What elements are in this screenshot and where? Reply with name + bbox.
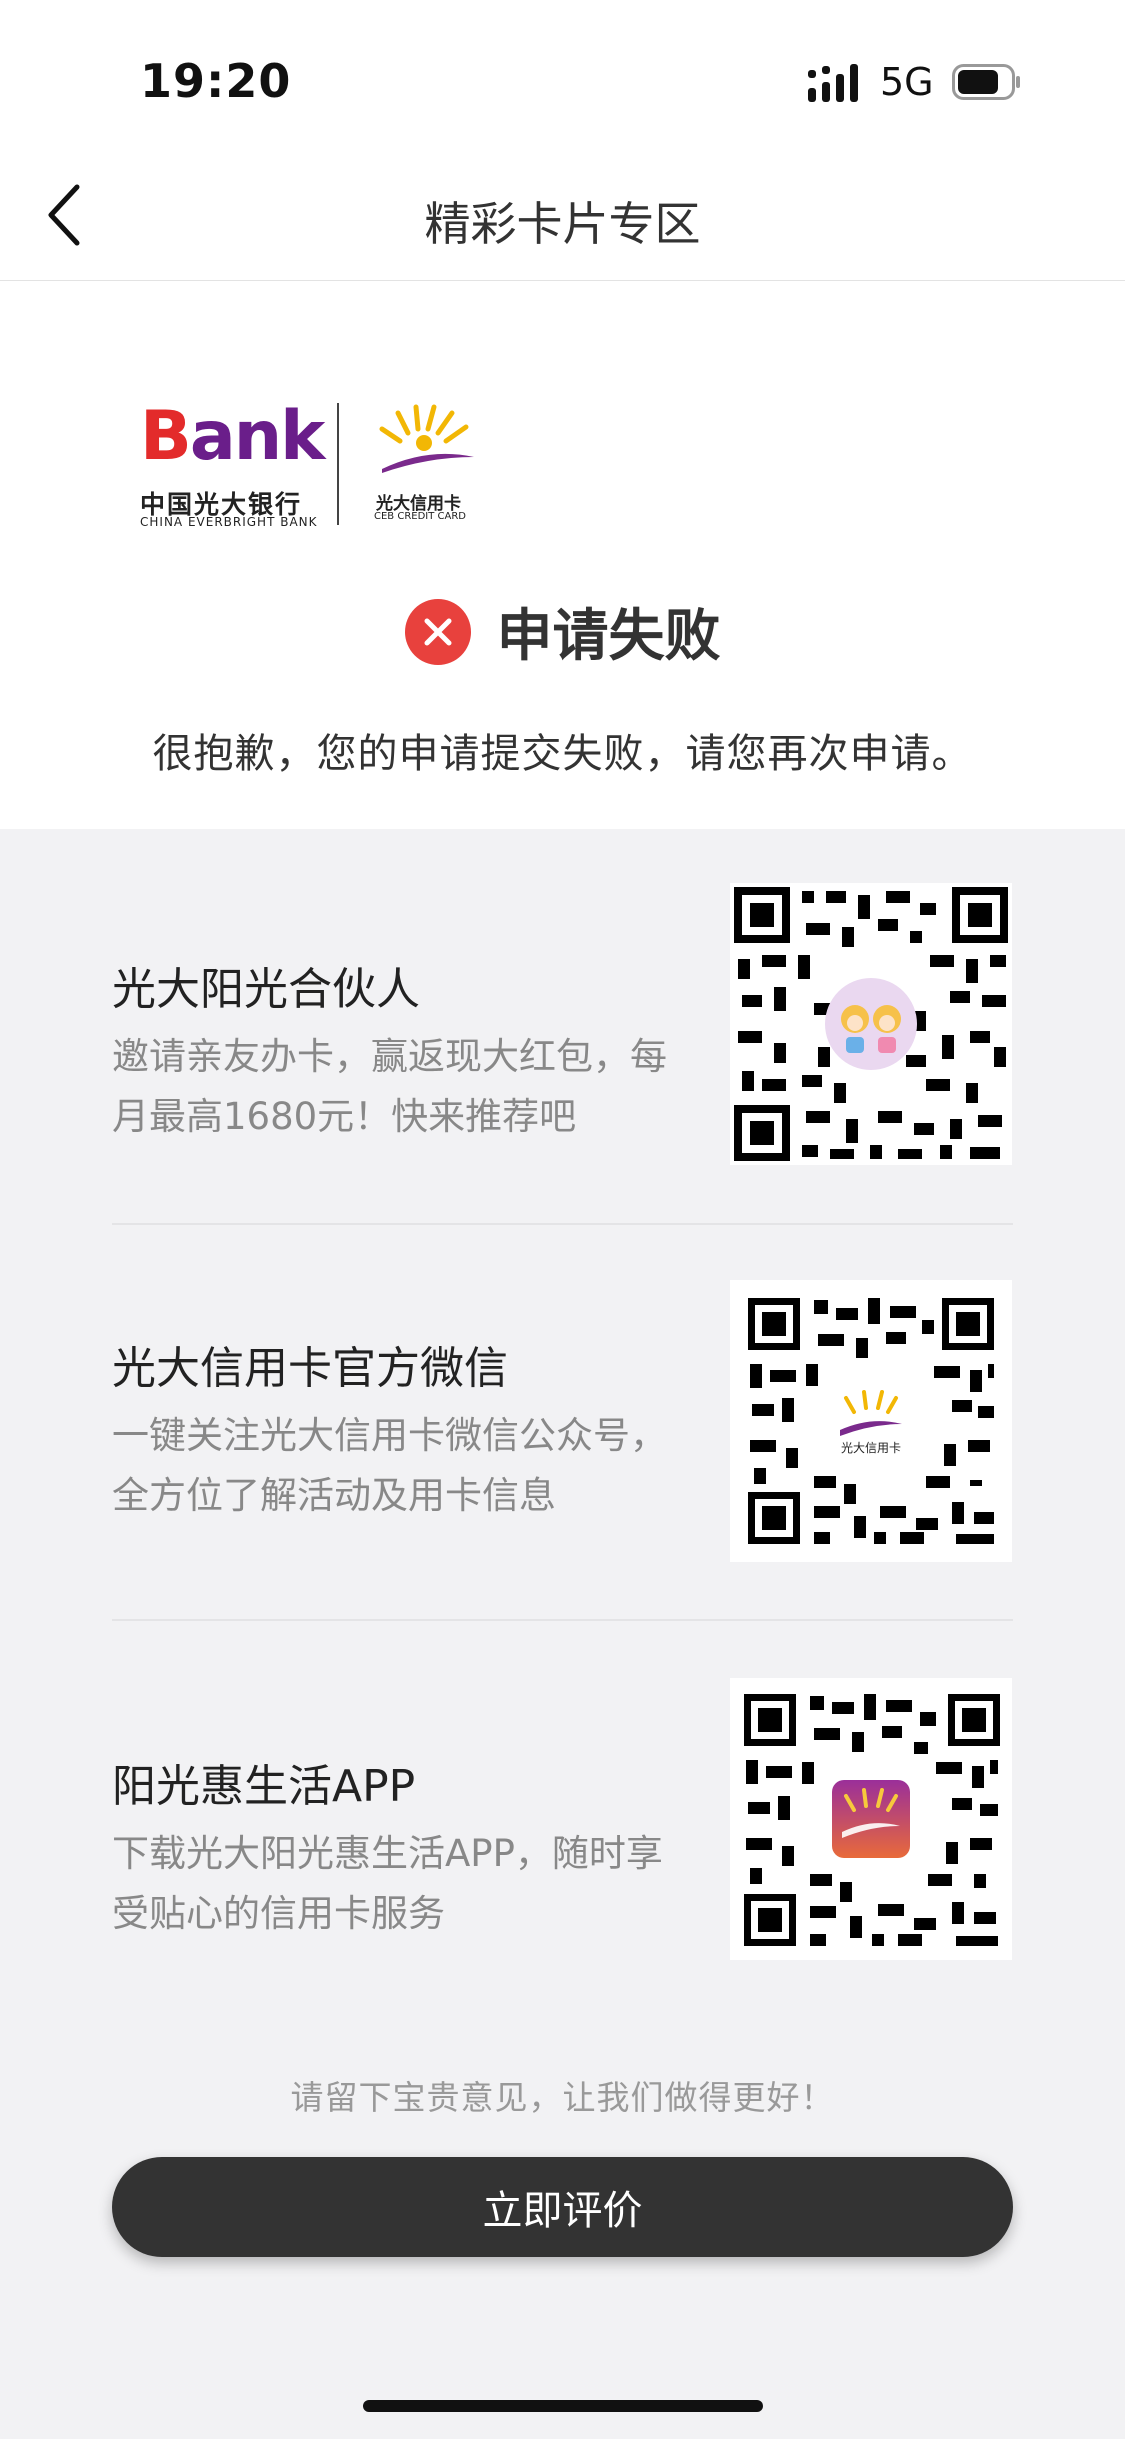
result-title: 申请失败	[496, 604, 721, 669]
promo-desc: 邀请亲友办卡，赢返现大红包，每月最高1680元！快来推荐吧	[112, 1035, 667, 1138]
battery-icon	[952, 64, 1020, 100]
qr-code-icon	[730, 883, 1012, 1165]
qr-code-icon	[730, 1678, 1012, 1960]
network-type: 5G	[880, 60, 934, 104]
qr-code-icon: 光大信用卡	[730, 1280, 1012, 1562]
feedback-hint: 请留下宝贵意见，让我们做得更好！	[290, 2078, 835, 2117]
status-bar: 19:20 5G	[0, 0, 1125, 150]
svg-text:光大信用卡: 光大信用卡	[841, 1441, 901, 1455]
rate-now-button[interactable]: 立即评价	[112, 2157, 1013, 2257]
signal-icon	[808, 64, 858, 102]
ceb-name-en: CEB CREDIT CARD	[374, 511, 466, 522]
sun-logo-icon	[379, 404, 474, 473]
promo-app[interactable]: 阳光惠生活APP 下载光大阳光惠生活APP，随时享受贴心的信用卡服务	[112, 1678, 1012, 1960]
nav-bar: 精彩卡片专区	[0, 150, 1125, 281]
result-card: Bank 中国光大银行 CHINA EVERBRIGHT BANK 光大信用卡 …	[0, 281, 1125, 829]
promo-title: 阳光惠生活APP	[112, 1761, 416, 1812]
promo-wechat[interactable]: 光大信用卡官方微信 一键关注光大信用卡微信公众号，全方位了解活动及用卡信息 光大…	[112, 1280, 1012, 1562]
close-circle-icon	[404, 598, 471, 665]
logo-divider	[337, 403, 339, 525]
promo-title: 光大阳光合伙人	[112, 964, 420, 1015]
bank-name-en: CHINA EVERBRIGHT BANK	[140, 515, 318, 529]
divider	[112, 1619, 1013, 1621]
status-time: 19:20	[140, 54, 292, 108]
result-header: 申请失败	[0, 591, 1125, 672]
page-title: 精彩卡片专区	[424, 197, 701, 251]
result-message: 很抱歉，您的申请提交失败，请您再次申请。	[152, 731, 973, 777]
brand-logos: Bank 中国光大银行 CHINA EVERBRIGHT BANK 光大信用卡 …	[140, 397, 480, 529]
promo-desc: 下载光大阳光惠生活APP，随时享受贴心的信用卡服务	[112, 1832, 663, 1935]
promo-title: 光大信用卡官方微信	[112, 1343, 508, 1394]
divider	[112, 1223, 1013, 1225]
home-indicator[interactable]	[363, 2400, 763, 2412]
promo-desc: 一键关注光大信用卡微信公众号，全方位了解活动及用卡信息	[112, 1414, 667, 1517]
bank-logo: Bank	[140, 397, 325, 476]
promo-partner[interactable]: 光大阳光合伙人 邀请亲友办卡，赢返现大红包，每月最高1680元！快来推荐吧	[112, 883, 1012, 1173]
